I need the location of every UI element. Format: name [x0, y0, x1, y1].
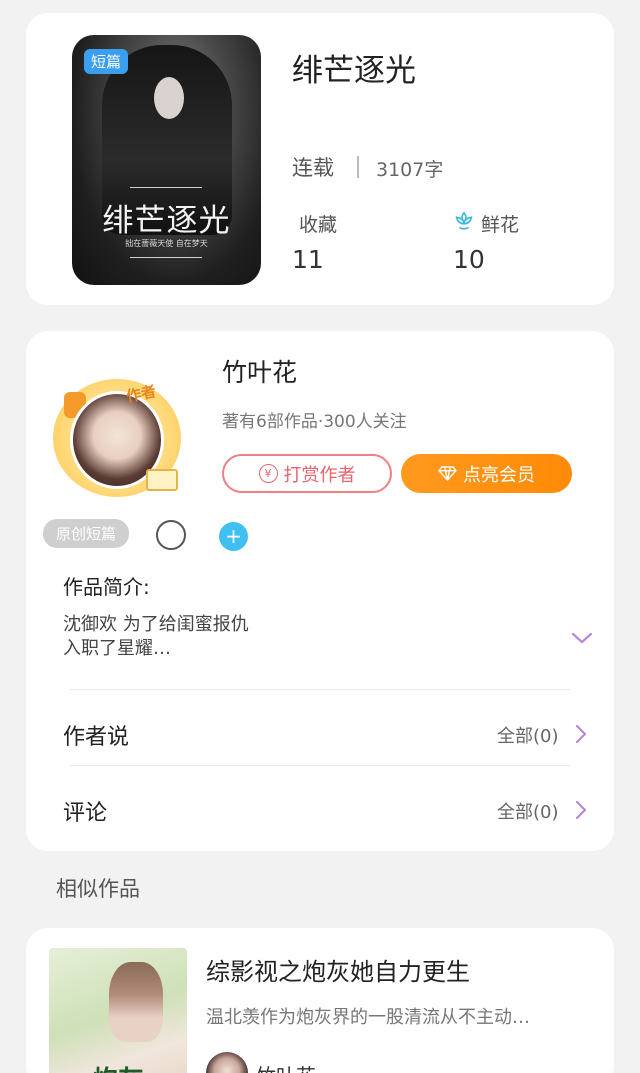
synopsis-label: 作品简介: [63, 575, 150, 599]
diamond-icon [438, 466, 457, 481]
cover-ornament-top [130, 187, 202, 188]
chevron-right-icon[interactable] [575, 724, 587, 744]
short-story-badge: 短篇 [84, 49, 129, 74]
serial-status: 连载 [292, 156, 334, 180]
cover-title: 绯芒逐光 [102, 203, 231, 239]
similar-work-card[interactable]: 炮灰 综影视之炮灰她自力更生 温北羡作为炮灰界的一股清流从不主动… 竹叶花 [26, 928, 614, 1073]
author-stats: 著有6部作品·300人关注 [222, 412, 407, 432]
similar-author-avatar [206, 1052, 248, 1073]
similar-work-title[interactable]: 综影视之炮灰她自力更生 [206, 952, 470, 987]
author-card: 作者 竹叶花 著有6部作品·300人关注 ¥ 打赏作者 点亮会员 原创短篇 + … [26, 331, 614, 851]
word-count: 3107字 [376, 159, 444, 181]
empty-tag-slot[interactable] [156, 520, 186, 550]
activate-vip-label: 点亮会员 [463, 464, 535, 486]
chevron-right-icon[interactable] [575, 800, 587, 820]
yen-icon: ¥ [258, 464, 278, 483]
similar-author-name: 竹叶花 [256, 1060, 316, 1073]
activate-vip-button[interactable]: 点亮会员 [401, 454, 572, 493]
author-name[interactable]: 竹叶花 [222, 353, 297, 389]
similar-works-heading: 相似作品 [56, 877, 140, 901]
similar-cover-text: 炮灰 [49, 1060, 187, 1073]
comments-all[interactable]: 全部(0) [497, 798, 559, 824]
book-title: 绯芒逐光 [292, 53, 416, 89]
book-cover[interactable]: 绯芒逐光 拙在蔷薇天使 自在梦天 短篇 [72, 35, 261, 285]
favorites-count: 11 [292, 245, 324, 274]
synopsis-text: 沈御欢 为了给闺蜜报仇 入职了星耀… [63, 613, 303, 661]
synopsis-line-2: 入职了星耀… [63, 638, 171, 659]
comments-label: 评论 [63, 801, 108, 826]
flowers-count: 10 [453, 245, 485, 274]
book-icon [146, 469, 178, 491]
synopsis-line-1: 沈御欢 为了给闺蜜报仇 [63, 614, 249, 635]
cover-subtitle: 拙在蔷薇天使 自在梦天 [125, 239, 208, 248]
divider [70, 765, 570, 766]
similar-work-cover[interactable]: 炮灰 [49, 948, 187, 1073]
status-separator [357, 156, 359, 178]
author-says-all[interactable]: 全部(0) [497, 722, 559, 748]
cover-figure-face [154, 77, 184, 119]
chevron-down-icon[interactable] [571, 631, 593, 645]
category-tag[interactable]: 原创短篇 [43, 519, 130, 548]
divider [70, 689, 570, 690]
favorites-label: 收藏 [299, 214, 338, 236]
flower-icon[interactable] [453, 210, 475, 232]
add-tag-button[interactable]: + [219, 522, 248, 551]
cover-ornament-bottom [130, 257, 202, 258]
similar-cover-figure [109, 962, 163, 1042]
flowers-label[interactable]: 鲜花 [481, 210, 519, 237]
author-says-label: 作者说 [63, 725, 130, 750]
book-info-card: 绯芒逐光 拙在蔷薇天使 自在梦天 短篇 绯芒逐光 连载 3107字 收藏 11 … [26, 13, 614, 305]
tip-author-button[interactable]: ¥ 打赏作者 [222, 454, 392, 493]
tip-author-label: 打赏作者 [283, 464, 356, 486]
similar-work-description: 温北羡作为炮灰界的一股清流从不主动… [206, 1007, 530, 1028]
